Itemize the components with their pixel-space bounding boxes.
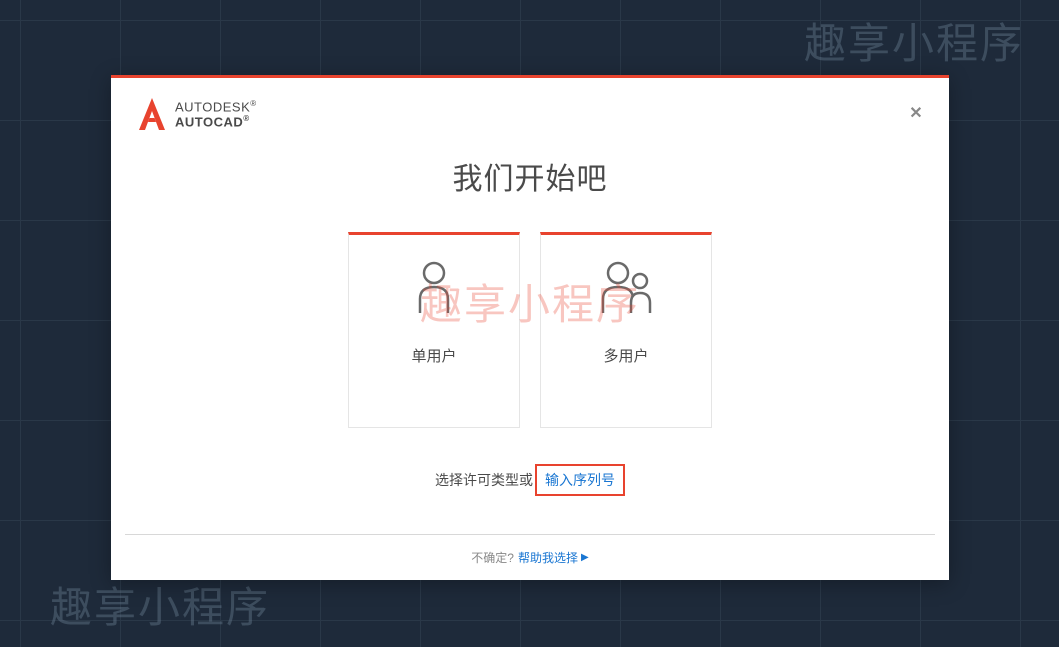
autocad-logo-icon: [137, 96, 167, 132]
enter-serial-link[interactable]: 输入序列号: [535, 464, 625, 496]
logo-brand: AUTODESK®: [175, 100, 257, 113]
dialog-footer: 不确定? 帮助我选择 ▶: [125, 534, 935, 580]
help-me-choose-link[interactable]: 帮助我选择 ▶: [518, 549, 589, 566]
logo-text: AUTODESK® AUTOCAD®: [175, 100, 257, 128]
dialog-header: AUTODESK® AUTOCAD® ✕: [111, 78, 949, 136]
single-user-icon: [417, 259, 451, 317]
close-button[interactable]: ✕: [907, 104, 925, 122]
footer-link-text: 帮助我选择: [518, 549, 578, 566]
multi-user-label: 多用户: [603, 345, 648, 366]
license-cards-row: 单用户 多用户: [348, 232, 712, 428]
footer-text: 不确定?: [471, 549, 514, 566]
arrow-right-icon: ▶: [581, 552, 589, 563]
watermark-top: 趣享小程序: [804, 10, 1024, 71]
subtext-row: 选择许可类型或 输入序列号: [435, 464, 625, 496]
license-dialog: AUTODESK® AUTOCAD® ✕ 趣享小程序 我们开始吧 单用户: [111, 75, 949, 580]
single-user-label: 单用户: [411, 345, 456, 366]
multi-user-icon: [598, 259, 654, 317]
single-user-card[interactable]: 单用户: [348, 232, 520, 428]
logo-product: AUTOCAD®: [175, 115, 257, 128]
dialog-body: 趣享小程序 我们开始吧 单用户: [111, 136, 949, 534]
subtext-prefix: 选择许可类型或: [435, 470, 533, 490]
watermark-bottom: 趣享小程序: [50, 574, 270, 635]
dialog-title: 我们开始吧: [453, 154, 608, 198]
multi-user-card[interactable]: 多用户: [540, 232, 712, 428]
autodesk-logo: AUTODESK® AUTOCAD®: [137, 96, 923, 132]
close-icon: ✕: [909, 103, 922, 123]
